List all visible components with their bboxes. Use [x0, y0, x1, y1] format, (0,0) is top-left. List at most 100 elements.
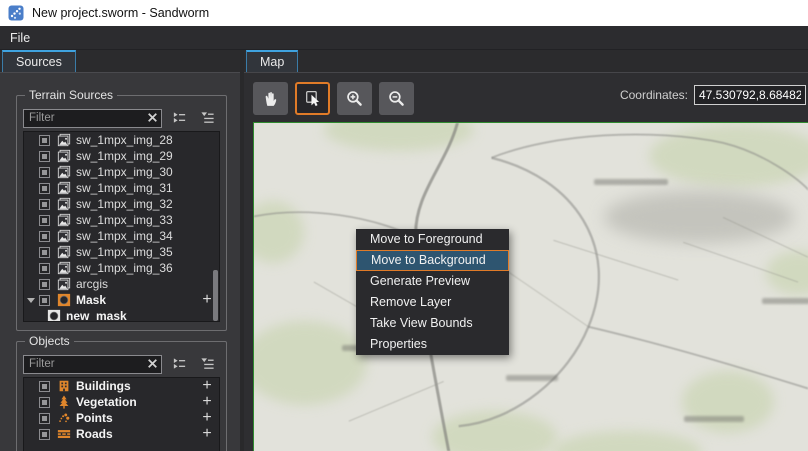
- checkbox[interactable]: [39, 397, 50, 408]
- select-tool-button[interactable]: [295, 82, 330, 115]
- sources-pane: Terrain Sources s: [0, 72, 240, 451]
- tree-row[interactable]: sw_1mpx_img_31: [24, 180, 219, 196]
- image-icon: [57, 277, 71, 291]
- tree-row[interactable]: sw_1mpx_img_29: [24, 148, 219, 164]
- menu-item-take-view-bounds[interactable]: Take View Bounds: [356, 313, 509, 334]
- map-pane: Coordinates:: [244, 72, 808, 451]
- zoom-in-icon: [345, 89, 364, 108]
- vegetation-icon: [57, 395, 71, 409]
- tree-row-roads[interactable]: Roads: [24, 426, 219, 442]
- expand-all-button[interactable]: [196, 109, 218, 127]
- title-bar: New project.sworm - Sandworm: [0, 0, 808, 26]
- chevron-down-icon[interactable]: [27, 298, 35, 303]
- coordinates-label: Coordinates:: [620, 88, 688, 102]
- menu-item-properties[interactable]: Properties: [356, 334, 509, 355]
- image-icon: [57, 181, 71, 195]
- tree-row[interactable]: sw_1mpx_img_28: [24, 132, 219, 148]
- tab-map[interactable]: Map: [246, 50, 298, 73]
- zoom-in-button[interactable]: [337, 82, 372, 115]
- checkbox[interactable]: [39, 135, 50, 146]
- image-icon: [57, 261, 71, 275]
- app-icon: [8, 5, 24, 21]
- collapse-tree-icon: [172, 110, 187, 125]
- expand-tree-icon: [200, 356, 215, 371]
- checkbox[interactable]: [39, 263, 50, 274]
- map-viewport[interactable]: Move to Foreground Move to Background Ge…: [253, 122, 808, 451]
- tree-row[interactable]: sw_1mpx_img_30: [24, 164, 219, 180]
- map-toolbar: Coordinates:: [253, 81, 808, 115]
- zoom-out-icon: [387, 89, 406, 108]
- checkbox[interactable]: [39, 151, 50, 162]
- hand-icon: [261, 89, 280, 108]
- image-icon: [57, 245, 71, 259]
- checkbox[interactable]: [39, 413, 50, 424]
- app-window: New project.sworm - Sandworm File Source…: [0, 0, 808, 451]
- tree-row-points[interactable]: Points: [24, 410, 219, 426]
- window-title: New project.sworm - Sandworm: [32, 6, 209, 20]
- map-label-blur: [684, 416, 744, 422]
- add-buildings-button[interactable]: [199, 379, 215, 393]
- tree-row[interactable]: arcgis: [24, 276, 219, 292]
- checkbox[interactable]: [39, 429, 50, 440]
- clear-filter-icon[interactable]: [146, 111, 159, 124]
- terrain-sources-tree: sw_1mpx_img_28 sw_1mpx_img_29 sw_1mpx_im…: [23, 131, 220, 322]
- collapse-all-button[interactable]: [168, 355, 190, 373]
- checkbox[interactable]: [39, 295, 50, 306]
- checkbox[interactable]: [39, 381, 50, 392]
- tree-row-new-mask[interactable]: new_mask: [24, 308, 219, 322]
- menu-item-move-to-foreground[interactable]: Move to Foreground: [356, 229, 509, 250]
- menu-item-move-to-background[interactable]: Move to Background: [356, 250, 509, 271]
- menu-file[interactable]: File: [0, 28, 40, 48]
- tree-row-buildings[interactable]: Buildings: [24, 378, 219, 394]
- checkbox[interactable]: [39, 247, 50, 258]
- checkbox[interactable]: [39, 231, 50, 242]
- menu-bar: File: [0, 26, 808, 50]
- mask-icon: [57, 293, 71, 307]
- pan-tool-button[interactable]: [253, 82, 288, 115]
- menu-item-remove-layer[interactable]: Remove Layer: [356, 292, 509, 313]
- coordinates-input[interactable]: [694, 85, 806, 105]
- add-roads-button[interactable]: [199, 427, 215, 441]
- image-icon: [57, 165, 71, 179]
- expand-all-button[interactable]: [196, 355, 218, 373]
- clear-filter-icon[interactable]: [146, 357, 159, 370]
- collapse-all-button[interactable]: [168, 109, 190, 127]
- roads-icon: [57, 427, 71, 441]
- menu-item-generate-preview[interactable]: Generate Preview: [356, 271, 509, 292]
- objects-filter-input[interactable]: [23, 355, 162, 374]
- add-vegetation-button[interactable]: [199, 395, 215, 409]
- tree-scrollbar[interactable]: [213, 270, 218, 321]
- checkbox[interactable]: [39, 183, 50, 194]
- expand-tree-icon: [200, 110, 215, 125]
- tree-row[interactable]: sw_1mpx_img_35: [24, 244, 219, 260]
- terrain-sources-group: Terrain Sources s: [16, 95, 227, 331]
- map-panel: Map Coordinat: [244, 50, 808, 451]
- add-points-button[interactable]: [199, 411, 215, 425]
- checkbox[interactable]: [39, 215, 50, 226]
- zoom-out-button[interactable]: [379, 82, 414, 115]
- tree-row[interactable]: sw_1mpx_img_36: [24, 260, 219, 276]
- image-icon: [57, 133, 71, 147]
- terrain-filter-input[interactable]: [23, 109, 162, 128]
- mask-icon: [47, 309, 61, 322]
- image-icon: [57, 229, 71, 243]
- layer-context-menu: Move to Foreground Move to Background Ge…: [356, 229, 509, 355]
- tree-row-mask-group[interactable]: Mask: [24, 292, 219, 308]
- checkbox[interactable]: [39, 199, 50, 210]
- tab-sources[interactable]: Sources: [2, 50, 76, 73]
- collapse-tree-icon: [172, 356, 187, 371]
- tree-row[interactable]: sw_1mpx_img_32: [24, 196, 219, 212]
- tree-row-vegetation[interactable]: Vegetation: [24, 394, 219, 410]
- sources-tabbar: Sources: [0, 50, 240, 72]
- tree-row[interactable]: sw_1mpx_img_33: [24, 212, 219, 228]
- map-roads-layer: [254, 123, 808, 451]
- tree-row[interactable]: sw_1mpx_img_34: [24, 228, 219, 244]
- map-label-blur: [506, 375, 558, 381]
- checkbox[interactable]: [39, 279, 50, 290]
- checkbox[interactable]: [39, 167, 50, 178]
- objects-title: Objects: [25, 334, 74, 348]
- points-icon: [57, 411, 71, 425]
- image-icon: [57, 213, 71, 227]
- image-icon: [57, 149, 71, 163]
- map-tabbar: Map: [244, 50, 808, 72]
